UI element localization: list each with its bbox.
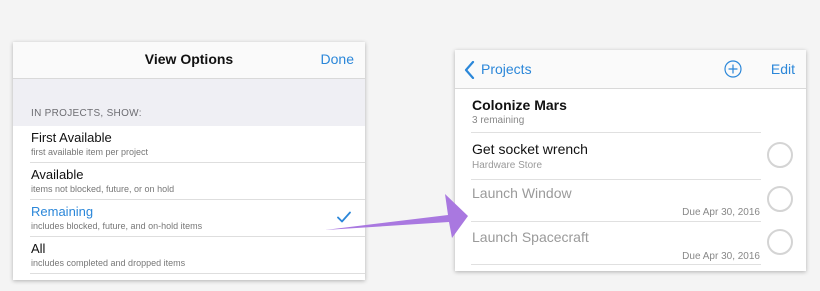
task-title: Launch Window <box>472 185 572 201</box>
divider <box>471 264 761 265</box>
back-label: Projects <box>481 61 532 77</box>
option-label: All <box>31 241 46 256</box>
chevron-left-icon <box>464 61 475 79</box>
divider <box>30 273 365 274</box>
task-row-launch-window[interactable]: Launch Window Due Apr 30, 2016 <box>455 185 806 229</box>
task-status-circle[interactable] <box>767 229 793 255</box>
edit-button[interactable]: Edit <box>771 61 795 77</box>
done-button[interactable]: Done <box>321 51 354 67</box>
option-label: Remaining <box>31 204 94 219</box>
task-status-circle[interactable] <box>767 186 793 212</box>
checkmark-icon <box>337 211 351 223</box>
option-remaining[interactable]: Remaining includes blocked, future, and … <box>13 200 365 237</box>
task-due-date: Due Apr 30, 2016 <box>682 207 760 218</box>
option-description: includes blocked, future, and on-hold it… <box>31 221 203 231</box>
option-first-available[interactable]: First Available first available item per… <box>13 126 365 163</box>
option-label: First Available <box>31 130 112 145</box>
task-due-date: Due Apr 30, 2016 <box>682 251 760 262</box>
option-description: first available item per project <box>31 147 149 157</box>
project-panel: Projects Edit Colonize Mars 3 remaining … <box>455 50 806 271</box>
option-all[interactable]: All includes completed and dropped items <box>13 237 365 274</box>
option-label: Available <box>31 167 84 182</box>
project-remaining-count: 3 remaining <box>472 115 525 126</box>
project-title: Colonize Mars <box>472 97 567 113</box>
view-options-title: View Options <box>144 51 234 67</box>
view-options-navbar: View Options Done <box>13 42 365 79</box>
option-description: items not blocked, future, or on hold <box>31 184 175 194</box>
divider <box>471 221 761 222</box>
task-status-circle[interactable] <box>767 142 793 168</box>
task-title: Launch Spacecraft <box>472 229 589 245</box>
divider <box>471 132 761 133</box>
project-navbar: Projects Edit <box>455 50 806 89</box>
option-available[interactable]: Available items not blocked, future, or … <box>13 163 365 200</box>
plus-circle-icon[interactable] <box>724 60 742 78</box>
option-description: includes completed and dropped items <box>31 258 186 268</box>
section-header: IN PROJECTS, SHOW: <box>31 108 142 119</box>
view-options-panel: View Options Done IN PROJECTS, SHOW: Fir… <box>13 42 365 280</box>
divider <box>471 179 761 180</box>
task-context: Hardware Store <box>472 160 543 171</box>
task-title: Get socket wrench <box>472 141 588 157</box>
